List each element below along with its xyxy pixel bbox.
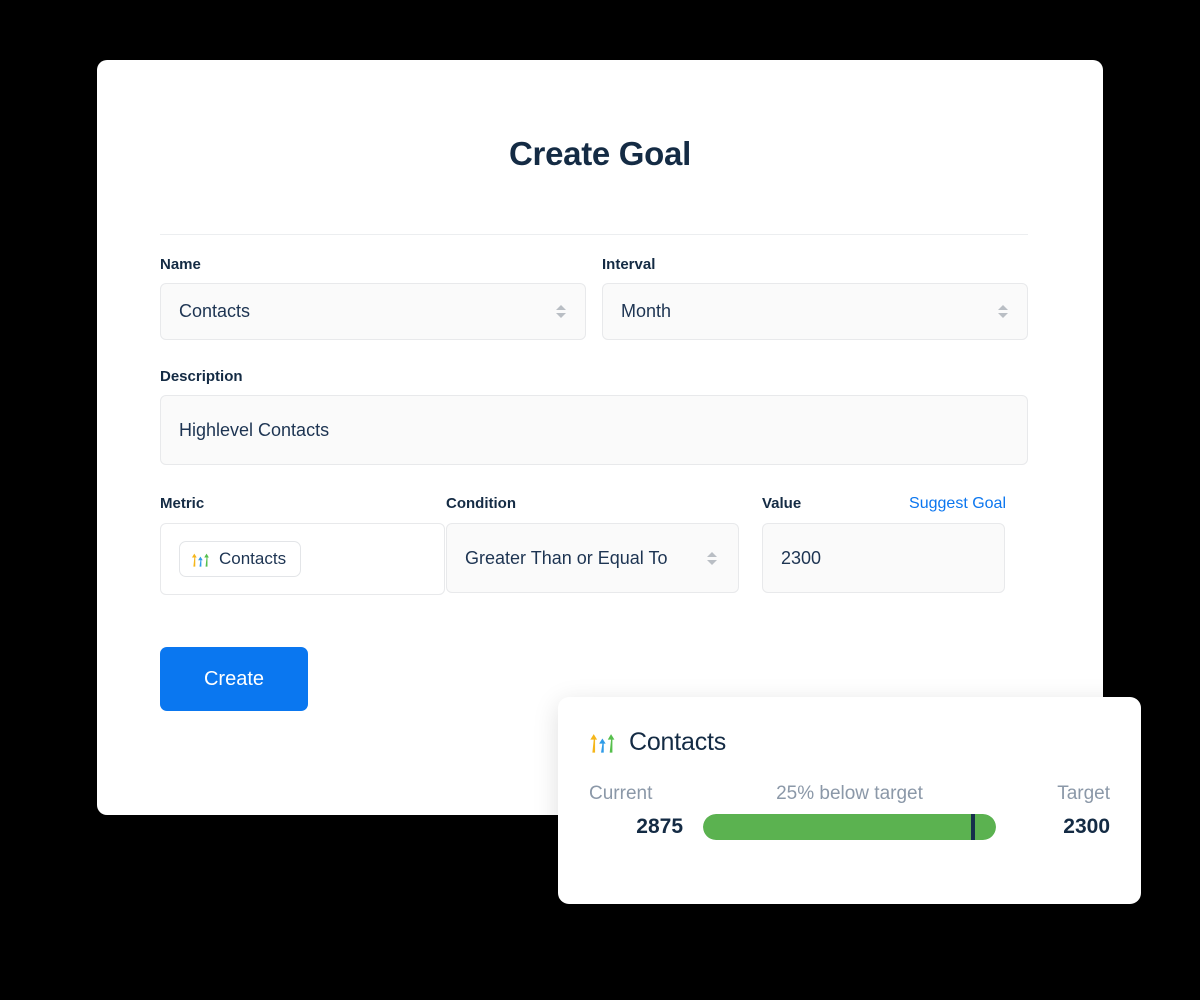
goal-form: Name Contacts Interval Month Description…: [160, 256, 1028, 711]
interval-select[interactable]: Month: [602, 283, 1028, 340]
field-metric: Metric Contacts: [160, 495, 446, 595]
field-interval: Interval Month: [602, 256, 1028, 340]
create-button[interactable]: Create: [160, 647, 308, 711]
card-header: Contacts: [558, 697, 1141, 757]
progress-bar: [703, 814, 996, 840]
growth-arrows-icon: [589, 729, 616, 756]
value-input[interactable]: 2300: [762, 523, 1005, 593]
interval-label: Interval: [602, 256, 656, 273]
current-value: 2875: [636, 815, 683, 838]
name-label: Name: [160, 256, 201, 273]
target-value: 2300: [1063, 815, 1110, 838]
current-label: Current: [589, 783, 653, 804]
chevron-selector-icon: [555, 302, 567, 322]
progress-bar-fill: [703, 814, 996, 840]
field-name: Name Contacts: [160, 256, 586, 340]
condition-label: Condition: [446, 495, 516, 512]
chevron-selector-icon: [997, 302, 1009, 322]
field-condition: Condition Greater Than or Equal To: [446, 495, 762, 595]
screen: Create Goal Name Contacts Interval Month…: [0, 0, 1200, 1000]
value-text: 2300: [781, 547, 822, 568]
value-label-line: Value Suggest Goal: [762, 495, 1006, 513]
card-label-row: Current 25% below target Target: [558, 757, 1141, 805]
header-divider: [160, 234, 1028, 235]
description-value: Highlevel Contacts: [179, 419, 330, 440]
condition-value: Greater Than or Equal To: [465, 547, 668, 568]
name-value: Contacts: [179, 301, 251, 321]
field-description: Description Highlevel Contacts: [160, 368, 1028, 465]
metric-chip[interactable]: Contacts: [179, 541, 302, 577]
chevron-selector-icon: [706, 548, 718, 568]
description-label: Description: [160, 368, 243, 385]
form-row-name-interval: Name Contacts Interval Month: [160, 256, 1028, 340]
metric-input[interactable]: Contacts: [160, 523, 445, 595]
condition-label-line: Condition: [446, 495, 762, 513]
card-title: Contacts: [629, 728, 727, 756]
goal-preview-card: Contacts Current 25% below target Target…: [558, 697, 1141, 904]
growth-arrows-icon: [191, 550, 210, 569]
metric-label-line: Metric: [160, 495, 446, 513]
target-label: Target: [1057, 783, 1110, 804]
metric-label: Metric: [160, 495, 205, 512]
page-title: Create Goal: [509, 135, 691, 172]
name-select[interactable]: Contacts: [160, 283, 586, 340]
suggest-goal-link[interactable]: Suggest Goal: [909, 495, 1006, 513]
value-label: Value: [762, 495, 802, 512]
progress-target-marker: [970, 814, 975, 840]
interval-value: Month: [621, 301, 672, 321]
form-row-metric-condition-value: Metric Contacts Condition Greater Than o…: [160, 495, 1028, 595]
field-value: Value Suggest Goal 2300: [762, 495, 1006, 595]
card-value-row: 2875 2300: [558, 805, 1141, 840]
condition-select[interactable]: Greater Than or Equal To: [446, 523, 739, 593]
description-input[interactable]: Highlevel Contacts: [160, 395, 1028, 465]
status-text: 25% below target: [776, 783, 923, 804]
metric-chip-label: Contacts: [219, 549, 287, 568]
